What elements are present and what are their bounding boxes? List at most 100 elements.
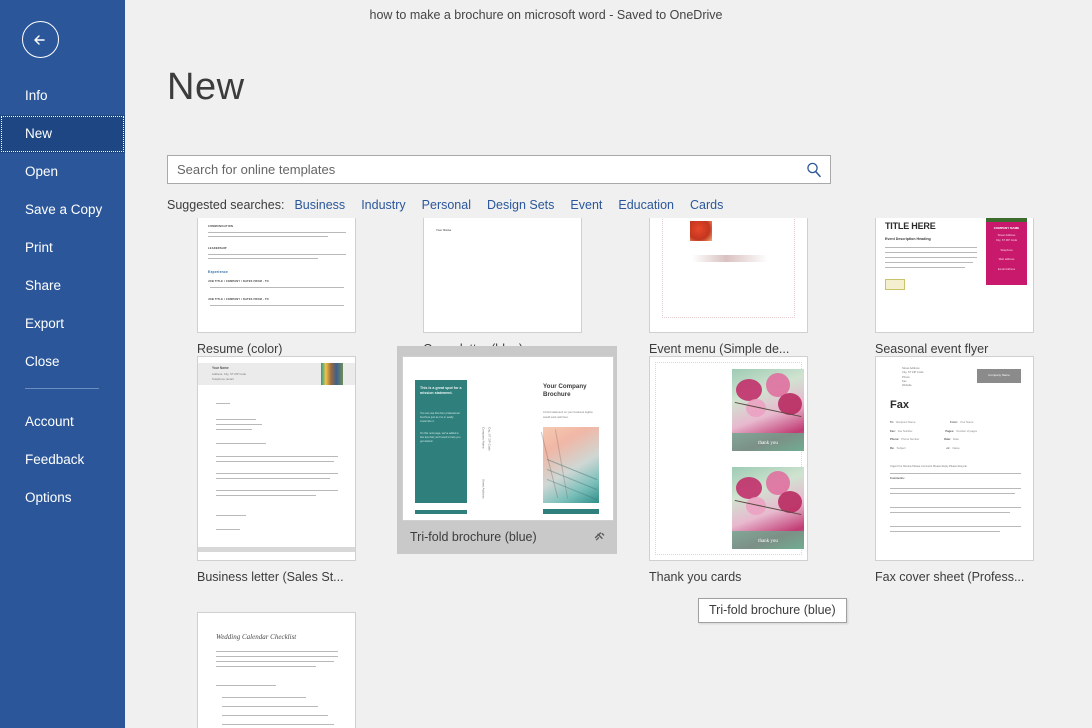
template-tile-fax-cover-sheet[interactable]: Street AddressCity, ST ZIP CodePhoneFaxW… <box>875 356 1092 584</box>
template-grid: COMMUNICATION LEADERSHIP Experience JOB … <box>167 218 1092 728</box>
fax-field-date: Date: <box>944 438 951 441</box>
sidebar-item-options[interactable]: Options <box>0 479 125 517</box>
sidebar-item-close[interactable]: Close <box>0 343 125 381</box>
main-panel: New Suggested searches:BusinessIndustryP… <box>125 0 1092 728</box>
template-thumbnail-cover-letter-blue: Your Name <box>423 218 582 333</box>
flyer-subtitle: Event Description Heading <box>885 237 931 241</box>
search-box[interactable] <box>167 155 831 184</box>
template-thumbnail-resume-color: COMMUNICATION LEADERSHIP Experience JOB … <box>197 218 356 333</box>
template-tile-resume-color[interactable]: COMMUNICATION LEADERSHIP Experience JOB … <box>197 218 423 356</box>
search-icon[interactable] <box>805 161 823 179</box>
flyer-sidebar-line-3: Telephone <box>989 248 1024 253</box>
thank-you-caption-1: thank you <box>732 441 804 446</box>
template-tile-seasonal-event-flyer[interactable]: TITLE HERE Event Description Heading COM… <box>875 218 1092 356</box>
sidebar-item-info[interactable]: Info <box>0 77 125 115</box>
business-letter-name: Your Name <box>212 366 229 370</box>
template-thumbnail-event-menu <box>649 218 808 333</box>
pin-icon[interactable] <box>594 531 605 542</box>
brochure-spine-street: Street Address <box>481 479 486 499</box>
fax-field-from: From: <box>950 421 958 424</box>
fax-field-to: To: <box>890 421 894 424</box>
template-label: Fax cover sheet (Profess... <box>875 570 1092 584</box>
fax-comments-label: Comments: <box>890 477 905 480</box>
brochure-mission-heading: This is a great spot for a mission state… <box>420 386 462 397</box>
resume-job-1: JOB TITLE / COMPANY / DATES FROM - TO <box>208 280 269 283</box>
brochure-title: Your Company Brochure <box>543 383 599 399</box>
fax-title: Fax <box>890 399 909 411</box>
sidebar-item-feedback[interactable]: Feedback <box>0 441 125 479</box>
flyer-sidebar-line-4: Web address <box>989 257 1024 262</box>
sidebar-divider <box>25 388 99 389</box>
template-label: Thank you cards <box>649 570 875 584</box>
business-letter-address: Address, City, ST ZIP Code <box>212 372 246 376</box>
brochure-mission-body-1: You can use this from professional broch… <box>420 412 462 424</box>
template-label: Event menu (Simple de... <box>649 342 875 356</box>
template-thumbnail-wedding-calendar-checklist: Wedding Calendar Checklist <box>197 612 356 728</box>
suggested-link-industry[interactable]: Industry <box>361 198 405 212</box>
template-label: Business letter (Sales St... <box>197 570 423 584</box>
fax-company-label: Company Name <box>977 373 1021 377</box>
flyer-sidebar: COMPANY NAME Street Address City, ST ZIP… <box>986 222 1027 285</box>
suggested-link-personal[interactable]: Personal <box>422 198 471 212</box>
brochure-mission-body-2: On this next page, we've added a few tip… <box>420 432 462 444</box>
template-thumbnail-business-letter: Your Name Address, City, ST ZIP Code Tel… <box>197 356 356 561</box>
fax-field-fax: Fax: <box>890 430 896 433</box>
suggested-link-event[interactable]: Event <box>570 198 602 212</box>
flyer-title: TITLE HERE <box>885 221 936 231</box>
search-input[interactable] <box>168 156 798 183</box>
back-arrow-icon[interactable] <box>22 21 59 58</box>
template-thumbnail-fax-cover-sheet: Street AddressCity, ST ZIP CodePhoneFaxW… <box>875 356 1034 561</box>
fax-field-phone: Phone: <box>890 438 899 441</box>
thank-you-caption-2: thank you <box>732 539 804 544</box>
suggested-searches: Suggested searches:BusinessIndustryPerso… <box>167 198 739 212</box>
suggested-link-business[interactable]: Business <box>294 198 345 212</box>
template-thumbnail-seasonal-event-flyer: TITLE HERE Event Description Heading COM… <box>875 218 1034 333</box>
brochure-photo <box>543 427 599 503</box>
cover-letter-name: Your Name <box>436 229 451 232</box>
business-letter-contact: Telephone, Email <box>212 377 233 381</box>
sidebar-item-new[interactable]: New <box>0 115 125 153</box>
template-tile-event-menu[interactable]: Event menu (Simple de... <box>649 218 875 356</box>
template-label: Resume (color) <box>197 342 423 356</box>
brochure-subtitle: A brief statement on your business logli… <box>543 411 597 420</box>
suggested-link-education[interactable]: Education <box>618 198 674 212</box>
sidebar-item-export[interactable]: Export <box>0 305 125 343</box>
tooltip: Tri-fold brochure (blue) <box>698 598 847 623</box>
wedding-checklist-title: Wedding Calendar Checklist <box>216 633 296 641</box>
fax-company-box: Company Name <box>977 369 1021 383</box>
sidebar-item-open[interactable]: Open <box>0 153 125 191</box>
thank-you-card-1: thank you <box>732 369 804 451</box>
fax-field-cc: cc: <box>946 447 950 450</box>
flyer-sidebar-line-2: City, ST ZIP Code <box>989 238 1024 243</box>
fax-checkbox-row: Urgent For Review Please Comment Please … <box>890 465 967 468</box>
brochure-spine-company: Company Name <box>481 427 486 449</box>
thank-you-card-2: thank you <box>732 467 804 549</box>
template-label: Tri-fold brochure (blue) <box>402 530 617 544</box>
suggested-link-design-sets[interactable]: Design Sets <box>487 198 554 212</box>
resume-job-2: JOB TITLE / COMPANY / DATES FROM - TO <box>208 298 269 301</box>
flyer-sidebar-line-5: Email Address <box>989 267 1024 272</box>
sidebar-item-account[interactable]: Account <box>0 403 125 441</box>
template-label: Seasonal event flyer <box>875 342 1092 356</box>
template-tile-thank-you-cards[interactable]: thank you thank you Thank you cards <box>649 356 875 584</box>
template-tile-wedding-calendar-checklist[interactable]: Wedding Calendar Checklist <box>197 612 423 728</box>
sidebar-item-print[interactable]: Print <box>0 229 125 267</box>
flyer-sidebar-title: COMPANY NAME <box>989 226 1024 230</box>
template-tile-business-letter[interactable]: Your Name Address, City, ST ZIP Code Tel… <box>197 356 423 584</box>
back-arrow-glyph <box>30 29 52 51</box>
word-backstage-new-screen: how to make a brochure on microsoft word… <box>0 0 1092 728</box>
template-tile-trifold-brochure[interactable]: This is a great spot for a mission state… <box>397 346 617 554</box>
template-thumbnail-trifold-brochure: This is a great spot for a mission state… <box>402 356 614 521</box>
suggested-link-cards[interactable]: Cards <box>690 198 723 212</box>
template-thumbnail-thank-you-cards: thank you thank you <box>649 356 808 561</box>
template-tile-cover-letter-blue[interactable]: Your Name Cover letter (blue) <box>423 218 649 356</box>
fax-field-re: Re: <box>890 447 894 450</box>
resume-section-leadership: LEADERSHIP <box>208 247 227 250</box>
business-letter-accent <box>321 363 343 385</box>
resume-section-experience: Experience <box>208 270 228 274</box>
brochure-spine-city: City, ST ZIP Code <box>487 427 492 451</box>
sidebar-item-share[interactable]: Share <box>0 267 125 305</box>
page-title: New <box>167 66 245 109</box>
resume-section-communication: COMMUNICATION <box>208 225 233 228</box>
sidebar-item-save-a-copy[interactable]: Save a Copy <box>0 191 125 229</box>
